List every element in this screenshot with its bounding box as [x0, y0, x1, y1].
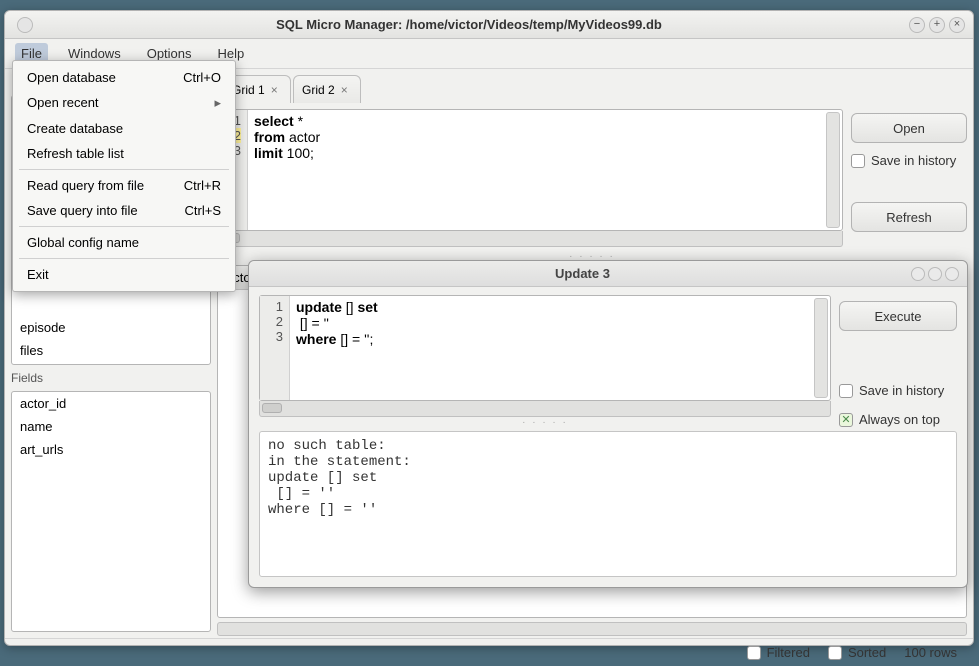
menu-save-query-file[interactable]: Save query into fileCtrl+S: [13, 198, 235, 223]
minimize-icon[interactable]: −: [909, 17, 925, 33]
window-title: SQL Micro Manager: /home/victor/Videos/t…: [33, 17, 905, 32]
file-menu-dropdown: Open databaseCtrl+O Open recent▸ Create …: [12, 60, 236, 292]
always-on-top-checkbox[interactable]: ✕ Always on top: [839, 412, 957, 427]
horizontal-scrollbar[interactable]: [217, 231, 843, 247]
tab-label: Grid 2: [302, 83, 335, 97]
close-icon[interactable]: ×: [949, 17, 965, 33]
checkbox-icon: [851, 154, 865, 168]
tab-grid-2[interactable]: Grid 2 ×: [293, 75, 361, 103]
sql-editor[interactable]: 1 2 3 select * from actor limit 100;: [217, 109, 843, 231]
menu-open-recent[interactable]: Open recent▸: [13, 90, 235, 116]
grid-horizontal-scrollbar[interactable]: [217, 622, 967, 636]
maximize-icon[interactable]: +: [929, 17, 945, 33]
field-item-art-urls[interactable]: art_urls: [12, 438, 210, 461]
error-output[interactable]: no such table: in the statement: update …: [259, 431, 957, 577]
update-dialog: Update 3 1 2 3 update [] set [] = '' whe…: [248, 260, 968, 588]
tab-label: Grid 1: [232, 83, 265, 97]
menu-global-config[interactable]: Global config name: [13, 230, 235, 255]
execute-button[interactable]: Execute: [839, 301, 957, 331]
menu-separator: [19, 258, 229, 259]
titlebar[interactable]: SQL Micro Manager: /home/victor/Videos/t…: [5, 11, 973, 39]
tab-close-icon[interactable]: ×: [271, 83, 278, 97]
submenu-arrow-icon: ▸: [214, 95, 221, 111]
splitter-handle[interactable]: · · · · ·: [259, 417, 831, 427]
fields-listbox[interactable]: actor_id name art_urls: [11, 391, 211, 632]
menu-exit[interactable]: Exit: [13, 262, 235, 287]
field-item-actor-id[interactable]: actor_id: [12, 392, 210, 415]
dialog-save-history-checkbox[interactable]: Save in history: [839, 383, 957, 398]
checkbox-icon: [828, 646, 842, 660]
vertical-scrollbar[interactable]: [814, 298, 828, 398]
horizontal-scrollbar[interactable]: [259, 401, 831, 417]
editor-code[interactable]: update [] set [] = '' where [] = '';: [290, 296, 384, 400]
update-sql-editor[interactable]: 1 2 3 update [] set [] = '' where [] = '…: [259, 295, 831, 401]
refresh-button[interactable]: Refresh: [851, 202, 967, 232]
grid-tabs: Grid 1 × Grid 2 ×: [217, 75, 967, 103]
vertical-scrollbar[interactable]: [826, 112, 840, 228]
editor-code[interactable]: select * from actor limit 100;: [248, 110, 326, 230]
checkbox-label: Save in history: [871, 153, 956, 168]
dialog-dot-icon[interactable]: [911, 267, 925, 281]
window-menu-icon[interactable]: [17, 17, 33, 33]
table-item-files[interactable]: files: [12, 339, 210, 362]
checkbox-icon: [747, 646, 761, 660]
save-history-checkbox[interactable]: Save in history: [851, 153, 967, 168]
tab-close-icon[interactable]: ×: [341, 83, 348, 97]
menu-separator: [19, 169, 229, 170]
checkbox-icon: [839, 384, 853, 398]
menu-read-query-file[interactable]: Read query from fileCtrl+R: [13, 173, 235, 198]
menu-refresh-tables[interactable]: Refresh table list: [13, 141, 235, 166]
checkbox-checked-icon: ✕: [839, 413, 853, 427]
dialog-dot-icon[interactable]: [928, 267, 942, 281]
dialog-title: Update 3: [257, 266, 908, 281]
dialog-titlebar[interactable]: Update 3: [249, 261, 967, 287]
statusbar: Filtered Sorted 100 rows: [5, 638, 973, 666]
fields-label: Fields: [11, 371, 211, 385]
menu-open-database[interactable]: Open databaseCtrl+O: [13, 65, 235, 90]
table-item-episode[interactable]: episode: [12, 316, 210, 339]
menu-create-database[interactable]: Create database: [13, 116, 235, 141]
field-item-name[interactable]: name: [12, 415, 210, 438]
menu-separator: [19, 226, 229, 227]
open-button[interactable]: Open: [851, 113, 967, 143]
editor-gutter: 1 2 3: [260, 296, 290, 400]
dialog-dot-icon[interactable]: [945, 267, 959, 281]
